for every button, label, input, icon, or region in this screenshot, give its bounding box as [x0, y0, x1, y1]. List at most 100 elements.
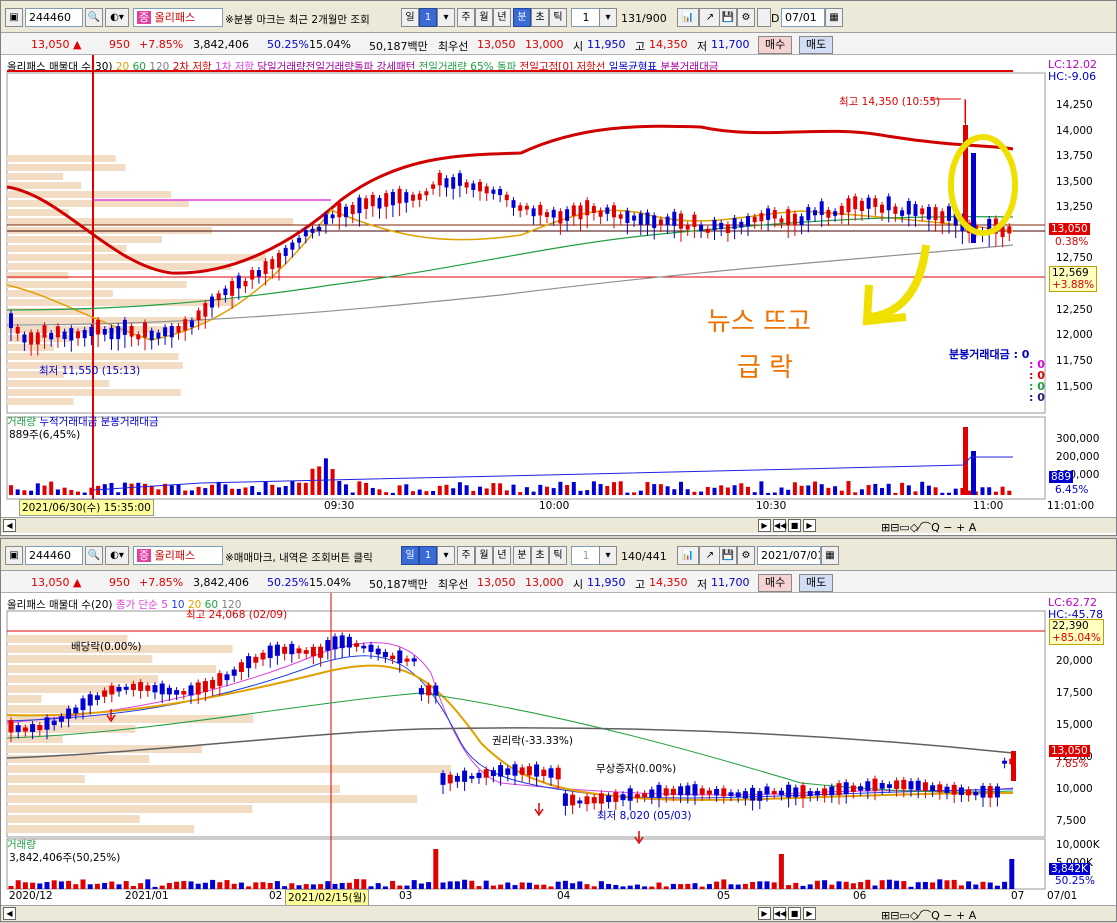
stock-code-input[interactable]: 244460: [25, 546, 83, 565]
scroll-stop-icon[interactable]: ■: [788, 907, 801, 920]
buy-button[interactable]: 매수: [758, 574, 793, 592]
bonus-annotation: 무상증자(0.00%): [596, 763, 677, 775]
scroll-next-icon[interactable]: ▶: [803, 907, 816, 920]
vol-box: 3,842K: [1049, 863, 1090, 875]
interval-dropdown-icon[interactable]: ▾: [599, 546, 617, 565]
candle-body: [330, 214, 335, 219]
tab-second[interactable]: 초: [531, 546, 549, 565]
candle-body: [699, 224, 704, 231]
candle-body: [570, 794, 576, 806]
buy-button[interactable]: 매수: [758, 36, 793, 54]
interval-dropdown-icon[interactable]: ▾: [599, 8, 617, 27]
window-icon[interactable]: ▣: [5, 546, 23, 565]
candle-body: [102, 690, 108, 697]
sell-button[interactable]: 매도: [799, 574, 834, 592]
scroll-next-icon[interactable]: ▶: [803, 519, 816, 532]
volume-bar: [873, 483, 878, 495]
volume-bar: [1009, 859, 1015, 889]
volume-bar: [66, 880, 72, 889]
gear-icon[interactable]: ⚙: [737, 546, 755, 565]
dropdown-icon[interactable]: ▾: [437, 546, 455, 565]
tab-month[interactable]: 월: [475, 8, 493, 27]
volume-bar: [531, 491, 536, 495]
zoom-tools[interactable]: ⊞⊟▭◇⁄⌒Q − + A: [881, 907, 976, 923]
daily-price-chart[interactable]: [1, 593, 1117, 905]
sell-button[interactable]: 매도: [799, 36, 834, 54]
tab-day[interactable]: 일: [401, 546, 419, 565]
tab-second[interactable]: 초: [531, 8, 549, 27]
candle-body: [283, 247, 288, 256]
volume-bar: [591, 481, 596, 495]
interval-select[interactable]: 1: [571, 546, 601, 565]
tab-day-count[interactable]: 1: [419, 546, 437, 565]
candle-body: [894, 780, 900, 789]
volume-bar: [303, 482, 308, 495]
stock-code-input[interactable]: 244460: [25, 8, 83, 27]
scroll-left-icon[interactable]: ◀: [3, 907, 16, 920]
volume-bar: [699, 491, 704, 495]
scroll-prev-icon[interactable]: ◀◀: [773, 907, 786, 920]
volume-bar: [598, 881, 604, 889]
candle-body: [317, 226, 322, 231]
candle-body: [250, 270, 255, 280]
stock-name-field[interactable]: 증 올리패스: [133, 8, 223, 27]
tab-month[interactable]: 월: [475, 546, 493, 565]
scroll-first-icon[interactable]: ▶: [758, 519, 771, 532]
tab-year[interactable]: 년: [493, 546, 511, 565]
tab-minute[interactable]: 분: [513, 546, 531, 565]
search-icon[interactable]: 🔍: [85, 546, 103, 565]
window-icon[interactable]: ▣: [5, 8, 23, 27]
horizontal-scrollbar[interactable]: ◀ ▶ ◀◀ ■ ▶ ⊞⊟▭◇⁄⌒Q − + A: [1, 517, 1116, 535]
stock-name-field[interactable]: 증 올리패스: [133, 546, 223, 565]
x-label: 10:30: [756, 500, 787, 512]
candle-body: [538, 204, 543, 216]
zoom-tools[interactable]: ⊞⊟▭◇⁄⌒Q − + A: [881, 519, 976, 535]
tab-day-count[interactable]: 1: [419, 8, 437, 27]
candle-body: [571, 205, 576, 216]
d-checkbox[interactable]: [757, 8, 771, 27]
volume-profile-bar: [7, 290, 113, 297]
tab-day[interactable]: 일: [401, 8, 419, 27]
scroll-stop-icon[interactable]: ■: [788, 519, 801, 532]
tab-minute[interactable]: 분: [513, 8, 531, 27]
date-input[interactable]: 2021/07/01: [757, 546, 821, 565]
top-price-pct: +85.04%: [1052, 632, 1101, 644]
chart-type-icon[interactable]: 📊: [677, 8, 699, 27]
dropdown-icon[interactable]: ▾: [437, 8, 455, 27]
prev-stock-icon[interactable]: ◐▾: [105, 546, 129, 565]
scroll-first-icon[interactable]: ▶: [758, 907, 771, 920]
gear-icon[interactable]: ⚙: [737, 8, 755, 27]
tab-year[interactable]: 년: [493, 8, 511, 27]
save-icon[interactable]: 💾: [719, 546, 737, 565]
candle-body: [627, 788, 633, 801]
save-icon[interactable]: 💾: [719, 8, 737, 27]
scroll-prev-icon[interactable]: ◀◀: [773, 519, 786, 532]
scroll-left-icon[interactable]: ◀: [3, 519, 16, 532]
drawing-tool-icon[interactable]: ↗: [699, 8, 721, 27]
volume-bar: [337, 481, 342, 495]
date-input[interactable]: 07/01: [781, 8, 825, 27]
volume-bar: [250, 486, 255, 495]
candle-body: [652, 215, 657, 229]
tab-week[interactable]: 주: [457, 8, 475, 27]
drawing-tool-icon[interactable]: ↗: [699, 546, 721, 565]
candle-body: [519, 767, 525, 775]
candle-body: [813, 210, 817, 216]
intraday-price-chart[interactable]: [1, 55, 1117, 515]
candle-body: [282, 646, 288, 654]
volume-bar: [350, 492, 355, 495]
chart-type-icon[interactable]: 📊: [677, 546, 699, 565]
search-icon[interactable]: 🔍: [85, 8, 103, 27]
candle-body: [290, 242, 295, 250]
calendar-icon[interactable]: ▦: [825, 8, 843, 27]
calendar-icon[interactable]: ▦: [821, 546, 839, 565]
horizontal-scrollbar[interactable]: ◀ ▶ ◀◀ ■ ▶ ⊞⊟▭◇⁄⌒Q − + A: [1, 905, 1116, 923]
volume-bar: [411, 491, 415, 495]
volume-bar: [377, 489, 382, 495]
tab-tick[interactable]: 틱: [549, 8, 567, 27]
volume-bar: [786, 489, 791, 495]
tab-week[interactable]: 주: [457, 546, 475, 565]
tab-tick[interactable]: 틱: [549, 546, 567, 565]
prev-stock-icon[interactable]: ◐▾: [105, 8, 129, 27]
interval-select[interactable]: 1: [571, 8, 601, 27]
